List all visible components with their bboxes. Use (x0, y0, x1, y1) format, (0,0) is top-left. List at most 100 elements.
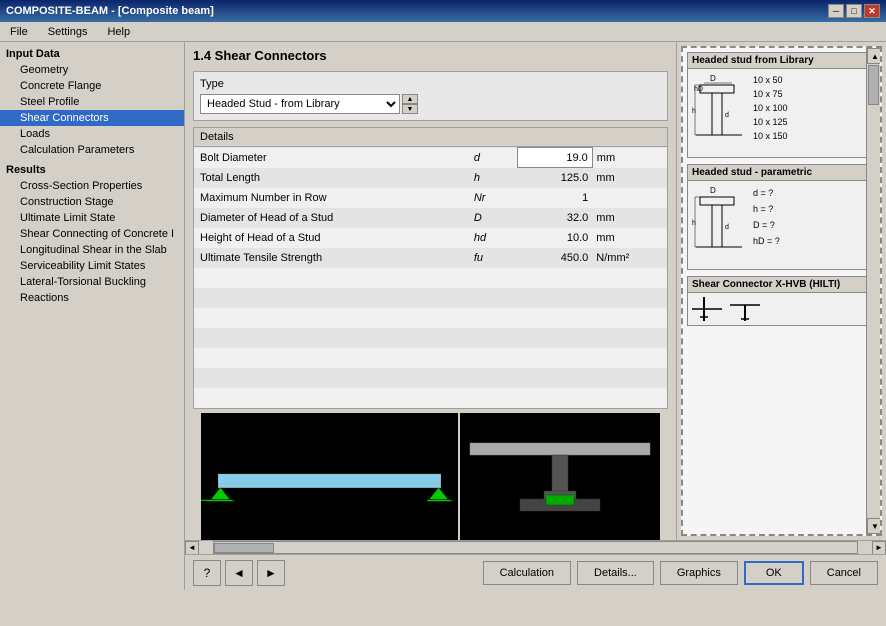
param-sym-0: d (468, 148, 518, 168)
xhvb-content (688, 293, 875, 325)
sidebar-item-concrete-flange[interactable]: Concrete Flange (0, 78, 184, 94)
param-unit-2 (592, 188, 667, 208)
library-section: Headed stud from Library D (687, 52, 876, 158)
sidebar: Input Data Geometry Concrete Flange Stee… (0, 42, 185, 590)
table-row: Ultimate Tensile Strength fu 450.0 N/mm² (194, 248, 667, 268)
sidebar-item-loads[interactable]: Loads (0, 126, 184, 142)
param-val-3: 32.0 (518, 208, 593, 228)
svg-text:d: d (725, 112, 729, 119)
ok-button[interactable]: OK (744, 561, 804, 585)
h-scroll-thumb[interactable] (214, 543, 274, 553)
param-name-5: Ultimate Tensile Strength (194, 248, 468, 268)
param-unit-0: mm (592, 148, 667, 168)
h-scrollbar: ◄ ► (185, 540, 886, 554)
help-button[interactable]: ? (193, 560, 221, 586)
parametric-params: d = ? h = ? D = ? hD = ? (753, 185, 780, 249)
xhvb-title: Shear Connector X-HVB (HILTI) (688, 277, 875, 293)
spin-down[interactable]: ▼ (402, 104, 418, 114)
sidebar-item-shear-connectors[interactable]: Shear Connectors (0, 110, 184, 126)
type-spin-buttons: ▲ ▼ (402, 94, 418, 114)
param-val-0[interactable]: 19.0 (518, 148, 593, 168)
param-sym-3: D (468, 208, 518, 228)
svg-text:h: h (692, 108, 696, 115)
table-row-empty (194, 348, 667, 368)
h-scroll-left[interactable]: ◄ (185, 541, 199, 555)
sidebar-item-cross-section[interactable]: Cross-Section Properties (0, 178, 184, 194)
scroll-track[interactable] (867, 64, 880, 518)
svg-text:D: D (710, 74, 716, 83)
section-svg (460, 413, 660, 541)
h-scroll-right[interactable]: ► (872, 541, 886, 555)
main-layout: Input Data Geometry Concrete Flange Stee… (0, 42, 886, 590)
calculation-button[interactable]: Calculation (483, 561, 571, 585)
param-sym-2: Nr (468, 188, 518, 208)
beam-svg (201, 413, 458, 541)
viz-area (201, 413, 660, 541)
type-row: Headed Stud - from Library Headed Stud -… (200, 94, 661, 114)
title-controls: ─ □ ✕ (828, 4, 880, 18)
menu-settings[interactable]: Settings (42, 24, 94, 40)
svg-text:D: D (710, 186, 716, 195)
param-val-5: 450.0 (518, 248, 593, 268)
scroll-up-arrow[interactable]: ▲ (867, 48, 882, 64)
sidebar-item-geometry[interactable]: Geometry (0, 62, 184, 78)
title-text: COMPOSITE-BEAM - [Composite beam] (6, 5, 214, 17)
right-panel: Headed stud from Library D (676, 42, 886, 540)
table-row-empty (194, 388, 667, 408)
sidebar-item-lateral-torsional[interactable]: Lateral-Torsional Buckling (0, 274, 184, 290)
parametric-section: Headed stud - parametric D h d (687, 164, 876, 270)
sidebar-item-reactions[interactable]: Reactions (0, 290, 184, 306)
table-row: Total Length h 125.0 mm (194, 168, 667, 188)
cancel-button[interactable]: Cancel (810, 561, 878, 585)
close-button[interactable]: ✕ (864, 4, 880, 18)
menu-help[interactable]: Help (101, 24, 136, 40)
sidebar-item-construction-stage[interactable]: Construction Stage (0, 194, 184, 210)
menu-file[interactable]: File (4, 24, 34, 40)
section-view (460, 413, 660, 541)
table-row-empty (194, 328, 667, 348)
stud-library-diagram: D hD (692, 73, 747, 153)
param-unit-5: N/mm² (592, 248, 667, 268)
forward-button[interactable]: ► (257, 560, 285, 586)
menu-bar: File Settings Help (0, 22, 886, 42)
sidebar-item-serviceability[interactable]: Serviceability Limit States (0, 258, 184, 274)
param-name-1: Total Length (194, 168, 468, 188)
param-name-0: Bolt Diameter (194, 148, 468, 168)
details-button[interactable]: Details... (577, 561, 654, 585)
param-val-1: 125.0 (518, 168, 593, 188)
param-sym-5: fu (468, 248, 518, 268)
table-row-empty (194, 368, 667, 388)
xhvb-icon-2 (730, 297, 760, 321)
param-unit-3: mm (592, 208, 667, 228)
svg-text:d: d (725, 224, 729, 231)
scroll-thumb[interactable] (868, 65, 879, 105)
type-select[interactable]: Headed Stud - from Library Headed Stud -… (200, 94, 400, 114)
maximize-button[interactable]: □ (846, 4, 862, 18)
library-content: D hD (688, 69, 875, 157)
graphics-button[interactable]: Graphics (660, 561, 738, 585)
spin-up[interactable]: ▲ (402, 94, 418, 104)
beam-elevation-view (201, 413, 458, 541)
minimize-button[interactable]: ─ (828, 4, 844, 18)
type-label: Type (200, 78, 661, 90)
table-row: Height of Head of a Stud hd 10.0 mm (194, 228, 667, 248)
sidebar-item-shear-connecting[interactable]: Shear Connecting of Concrete I (0, 226, 184, 242)
table-row: Maximum Number in Row Nr 1 (194, 188, 667, 208)
svg-text:h: h (692, 220, 696, 227)
details-header: Details (194, 128, 667, 147)
parametric-content: D h d d = ? (688, 181, 875, 269)
sidebar-item-calc-params[interactable]: Calculation Parameters (0, 142, 184, 158)
param-unit-4: mm (592, 228, 667, 248)
back-button[interactable]: ◄ (225, 560, 253, 586)
input-data-label: Input Data (0, 46, 184, 62)
h-scroll-track[interactable] (213, 541, 858, 554)
stud-sizes: 10 x 50 10 x 75 10 x 100 10 x 125 10 x 1… (753, 73, 788, 143)
content-area: 1.4 Shear Connectors Type Headed Stud - … (185, 42, 886, 590)
sidebar-item-longitudinal-shear[interactable]: Longitudinal Shear in the Slab (0, 242, 184, 258)
type-section: Type Headed Stud - from Library Headed S… (193, 71, 668, 121)
scroll-down-arrow[interactable]: ▼ (867, 518, 882, 534)
sidebar-item-ultimate-limit[interactable]: Ultimate Limit State (0, 210, 184, 226)
stud-parametric-diagram: D h d (692, 185, 747, 265)
sidebar-item-steel-profile[interactable]: Steel Profile (0, 94, 184, 110)
table-row: Diameter of Head of a Stud D 32.0 mm (194, 208, 667, 228)
